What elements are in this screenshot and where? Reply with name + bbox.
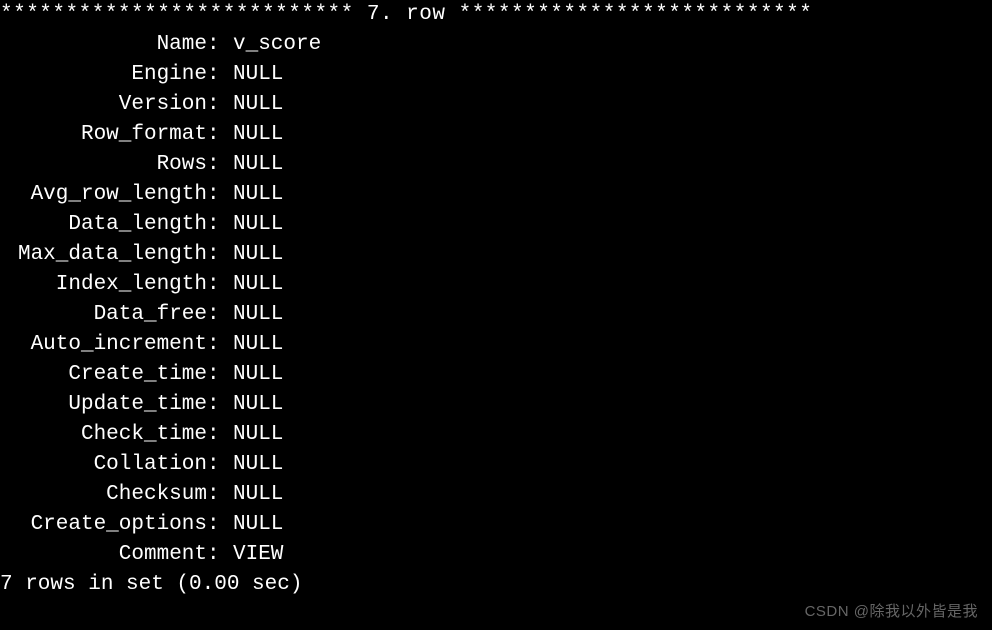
field-label: Version [0,90,207,120]
field-label: Comment [0,540,207,570]
field-row: Rows: NULL [0,150,992,180]
field-value: NULL [233,450,992,480]
field-separator: : [207,300,233,330]
field-row: Create_options: NULL [0,510,992,540]
field-value: NULL [233,60,992,90]
field-value: NULL [233,90,992,120]
field-separator: : [207,60,233,90]
field-separator: : [207,30,233,60]
terminal-output: *************************** 7. row *****… [0,0,992,600]
field-label: Index_length [0,270,207,300]
field-separator: : [207,390,233,420]
field-value: NULL [233,420,992,450]
field-separator: : [207,120,233,150]
field-value: NULL [233,510,992,540]
field-label: Collation [0,450,207,480]
field-value: NULL [233,360,992,390]
field-separator: : [207,420,233,450]
field-value: NULL [233,390,992,420]
field-value: NULL [233,270,992,300]
field-label: Create_options [0,510,207,540]
watermark-text: CSDN @除我以外皆是我 [805,601,978,622]
field-value: NULL [233,180,992,210]
stars-right: *************************** [459,3,813,26]
stars-left: *************************** [0,3,354,26]
field-label: Avg_row_length [0,180,207,210]
field-row: Update_time: NULL [0,390,992,420]
field-value: NULL [233,150,992,180]
field-row: Data_length: NULL [0,210,992,240]
field-row: Index_length: NULL [0,270,992,300]
field-label: Update_time [0,390,207,420]
field-label: Data_free [0,300,207,330]
field-row: Avg_row_length: NULL [0,180,992,210]
query-result-footer: 7 rows in set (0.00 sec) [0,570,992,600]
field-value: NULL [233,210,992,240]
field-row: Max_data_length: NULL [0,240,992,270]
field-row: Engine: NULL [0,60,992,90]
field-row: Comment: VIEW [0,540,992,570]
field-label: Checksum [0,480,207,510]
row-separator-header: *************************** 7. row *****… [0,0,992,30]
field-label: Auto_increment [0,330,207,360]
field-separator: : [207,330,233,360]
field-value: NULL [233,480,992,510]
field-value: NULL [233,300,992,330]
field-row: Row_format: NULL [0,120,992,150]
field-label: Check_time [0,420,207,450]
field-value: VIEW [233,540,992,570]
field-label: Data_length [0,210,207,240]
field-separator: : [207,450,233,480]
field-separator: : [207,270,233,300]
field-row: Data_free: NULL [0,300,992,330]
field-separator: : [207,210,233,240]
field-row: Auto_increment: NULL [0,330,992,360]
field-label: Row_format [0,120,207,150]
field-separator: : [207,480,233,510]
field-label: Name [0,30,207,60]
field-separator: : [207,510,233,540]
field-label: Max_data_length [0,240,207,270]
field-value: NULL [233,120,992,150]
field-separator: : [207,240,233,270]
field-label: Rows [0,150,207,180]
field-separator: : [207,180,233,210]
field-value: NULL [233,240,992,270]
field-row: Check_time: NULL [0,420,992,450]
field-separator: : [207,90,233,120]
field-row: Collation: NULL [0,450,992,480]
field-value: v_score [233,30,992,60]
field-separator: : [207,360,233,390]
field-label: Create_time [0,360,207,390]
row-number-label: 7. row [354,3,459,26]
field-value: NULL [233,330,992,360]
field-row: Version: NULL [0,90,992,120]
field-row: Checksum: NULL [0,480,992,510]
field-separator: : [207,150,233,180]
fields-list: Name: v_scoreEngine: NULLVersion: NULLRo… [0,30,992,570]
field-row: Name: v_score [0,30,992,60]
field-label: Engine [0,60,207,90]
field-row: Create_time: NULL [0,360,992,390]
field-separator: : [207,540,233,570]
